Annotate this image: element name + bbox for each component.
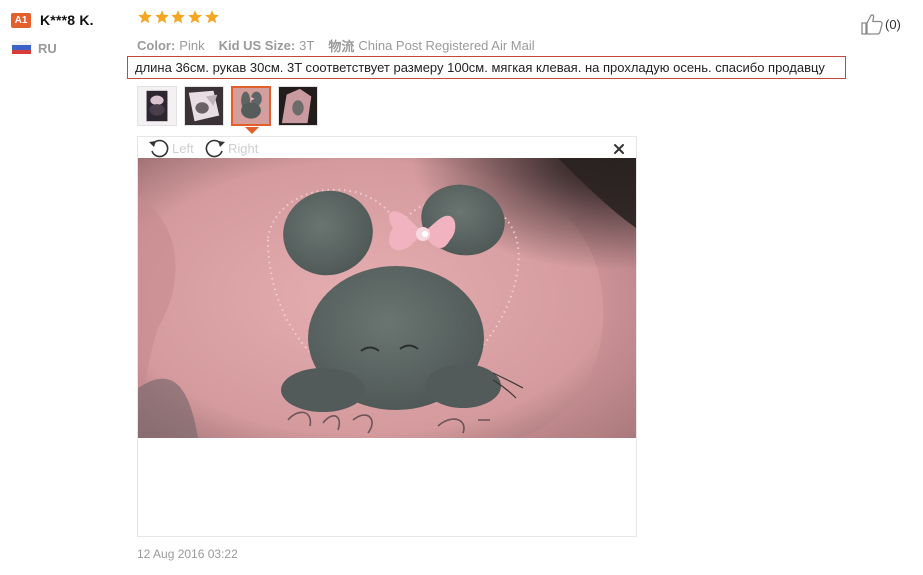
thumbs-up-icon[interactable]	[860, 13, 884, 35]
attr-label-logistics: 物流	[328, 39, 355, 54]
buyer-level-badge: A1	[11, 13, 31, 28]
thumbnail-image	[233, 88, 269, 124]
rotate-right-button[interactable]: Right	[204, 138, 258, 158]
attr-value-size: 3T	[299, 38, 315, 53]
helpful-count: (0)	[885, 16, 901, 32]
rotate-right-icon	[205, 139, 225, 158]
thumbnail-image	[185, 87, 223, 125]
rotate-left-label: Left	[172, 140, 194, 156]
helpful-button[interactable]: (0)	[860, 13, 901, 35]
star-icon	[154, 9, 170, 25]
rotate-left-button[interactable]: Left	[148, 138, 194, 158]
review-thumbnail-1[interactable]	[137, 86, 177, 126]
review-photo-thumbnails	[137, 86, 325, 126]
review-thumbnail-2[interactable]	[184, 86, 224, 126]
star-icon	[170, 9, 186, 25]
order-attributes: Color: Pink Kid US Size: 3T 物流 China Pos…	[137, 36, 549, 55]
attr-label-size: Kid US Size:	[218, 38, 296, 53]
star-rating	[137, 9, 220, 25]
attr-value-logistics: China Post Registered Air Mail	[358, 38, 535, 53]
reviewer-country: RU	[38, 41, 57, 56]
rotate-right-label: Right	[228, 140, 259, 156]
reviewer-name: K***8 K.	[40, 12, 94, 28]
review-text: длина 36см. рукав 30см. 3T соответствует…	[127, 56, 846, 79]
review-thumbnail-4[interactable]	[278, 86, 318, 126]
russia-flag-icon	[12, 41, 31, 54]
star-icon	[187, 9, 203, 25]
close-viewer-button[interactable]	[612, 142, 626, 156]
attr-label-color: Color:	[137, 38, 176, 53]
active-thumbnail-pointer	[245, 127, 259, 134]
review-photo-large	[138, 158, 636, 438]
review-photo-image	[138, 158, 636, 438]
close-icon	[614, 144, 624, 154]
rotate-left-icon	[149, 139, 169, 158]
attr-value-color: Pink	[179, 38, 205, 53]
review-thumbnail-3[interactable]	[231, 86, 271, 126]
star-icon	[137, 9, 153, 25]
thumbnail-image	[279, 87, 317, 125]
review-date: 12 Aug 2016 03:22	[137, 547, 238, 561]
thumbnail-image	[138, 87, 176, 125]
star-icon	[204, 9, 220, 25]
